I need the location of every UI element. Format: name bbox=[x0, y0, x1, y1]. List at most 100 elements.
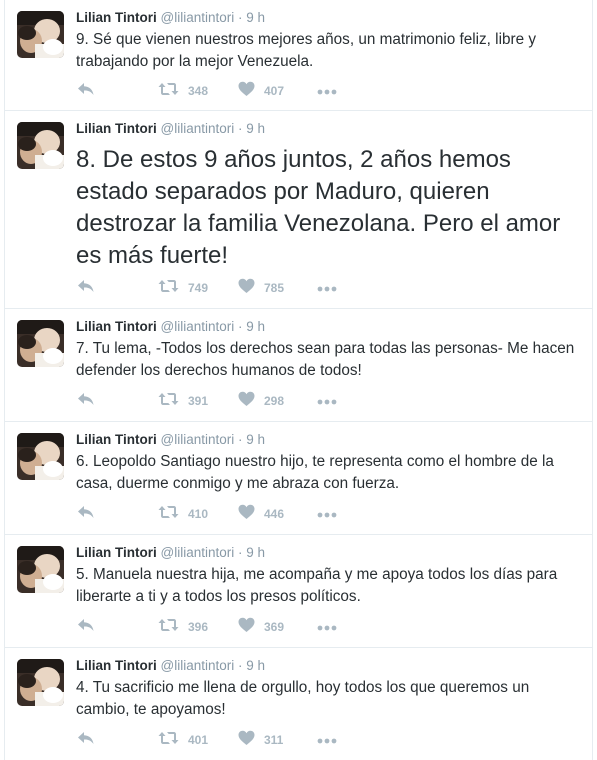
more-button[interactable] bbox=[317, 505, 337, 523]
timeline-right-border bbox=[592, 0, 593, 760]
retweet-button[interactable]: 396 bbox=[158, 618, 208, 636]
tweet-text: 8. De estos 9 años juntos, 2 años hemos … bbox=[76, 146, 561, 269]
tweet[interactable]: Lilian Tintori @liliantintori · 9 h 8. D… bbox=[5, 111, 592, 309]
avatar[interactable] bbox=[17, 320, 64, 367]
retweet-button[interactable]: 348 bbox=[158, 82, 208, 100]
author-handle[interactable]: @liliantintori bbox=[161, 121, 235, 136]
retweet-count: 401 bbox=[188, 733, 209, 747]
avatar[interactable] bbox=[17, 433, 64, 480]
tweet-text: 9. Sé que vienen nuestros mejores años, … bbox=[76, 31, 536, 70]
avatar[interactable] bbox=[17, 122, 64, 169]
more-icon bbox=[317, 82, 337, 100]
avatar[interactable] bbox=[17, 659, 64, 706]
reply-icon bbox=[77, 504, 95, 525]
author-handle[interactable]: @liliantintori bbox=[161, 545, 235, 560]
tweet-actions: 749 785 bbox=[76, 278, 376, 299]
tweet-actions: 396 369 bbox=[76, 617, 376, 636]
tweet-actions: 348 407 bbox=[76, 81, 376, 100]
heart-icon bbox=[238, 278, 255, 299]
like-button[interactable]: 446 bbox=[238, 504, 285, 523]
reply-icon bbox=[77, 278, 95, 299]
reply-button[interactable] bbox=[77, 82, 95, 100]
more-button[interactable] bbox=[317, 82, 337, 100]
tweet-header: Lilian Tintori @liliantintori · 9 h bbox=[76, 318, 265, 335]
tweet-header: Lilian Tintori @liliantintori · 9 h bbox=[76, 431, 265, 448]
tweet-timeline: Lilian Tintori @liliantintori · 9 h 9. S… bbox=[0, 0, 597, 760]
reply-button[interactable] bbox=[77, 279, 95, 297]
more-icon bbox=[317, 505, 337, 523]
tweet-text: 6. Leopoldo Santiago nuestro hijo, te re… bbox=[76, 453, 554, 492]
author-name[interactable]: Lilian Tintori bbox=[76, 658, 157, 673]
retweet-count: 391 bbox=[188, 394, 209, 408]
tweet-header: Lilian Tintori @liliantintori · 9 h bbox=[76, 657, 265, 674]
tweet-header: Lilian Tintori @liliantintori · 9 h bbox=[76, 9, 265, 26]
heart-icon bbox=[238, 730, 255, 751]
reply-button[interactable] bbox=[77, 505, 95, 523]
reply-icon bbox=[77, 617, 95, 638]
like-count: 311 bbox=[264, 733, 284, 747]
retweet-icon bbox=[158, 391, 179, 412]
like-button[interactable]: 369 bbox=[238, 617, 284, 636]
like-button[interactable]: 785 bbox=[238, 278, 284, 299]
retweet-count: 348 bbox=[188, 84, 209, 98]
retweet-icon bbox=[158, 278, 179, 299]
like-button[interactable]: 311 bbox=[238, 730, 284, 751]
tweet[interactable]: Lilian Tintori @liliantintori · 9 h 9. S… bbox=[5, 0, 592, 111]
author-name[interactable]: Lilian Tintori bbox=[76, 432, 157, 447]
reply-button[interactable] bbox=[77, 618, 95, 636]
retweet-button[interactable]: 391 bbox=[158, 392, 208, 410]
reply-button[interactable] bbox=[77, 731, 95, 749]
author-handle[interactable]: @liliantintori bbox=[161, 319, 235, 334]
more-icon bbox=[317, 392, 337, 410]
like-button[interactable]: 298 bbox=[238, 391, 285, 412]
author-name[interactable]: Lilian Tintori bbox=[76, 121, 157, 136]
retweet-button[interactable]: 401 bbox=[158, 731, 208, 749]
author-handle[interactable]: @liliantintori bbox=[161, 432, 235, 447]
retweet-count: 396 bbox=[188, 620, 209, 634]
tweet[interactable]: Lilian Tintori @liliantintori · 9 h 7. T… bbox=[5, 309, 592, 422]
author-handle[interactable]: @liliantintori bbox=[161, 658, 235, 673]
tweet-time[interactable]: 9 h bbox=[246, 545, 265, 560]
header-separator: · bbox=[238, 10, 243, 25]
tweet[interactable]: Lilian Tintori @liliantintori · 9 h 6. L… bbox=[5, 422, 592, 535]
retweet-icon bbox=[158, 504, 179, 525]
tweet[interactable]: Lilian Tintori @liliantintori · 9 h 4. T… bbox=[5, 648, 592, 760]
header-separator: · bbox=[238, 319, 243, 334]
author-name[interactable]: Lilian Tintori bbox=[76, 10, 157, 25]
header-separator: · bbox=[238, 545, 243, 560]
like-count: 407 bbox=[264, 84, 285, 98]
header-separator: · bbox=[238, 432, 243, 447]
tweet[interactable]: Lilian Tintori @liliantintori · 9 h 5. M… bbox=[5, 535, 592, 648]
tweet-time[interactable]: 9 h bbox=[246, 658, 265, 673]
tweet-text: 4. Tu sacrificio me llena de orgullo, ho… bbox=[76, 679, 530, 718]
heart-icon bbox=[238, 391, 255, 412]
tweet-header: Lilian Tintori @liliantintori · 9 h bbox=[76, 544, 265, 561]
tweet-time[interactable]: 9 h bbox=[246, 319, 265, 334]
retweet-button[interactable]: 410 bbox=[158, 505, 208, 523]
author-name[interactable]: Lilian Tintori bbox=[76, 545, 157, 560]
more-button[interactable] bbox=[317, 279, 337, 297]
more-button[interactable] bbox=[317, 731, 337, 749]
retweet-button[interactable]: 749 bbox=[158, 279, 208, 297]
tweet-actions: 410 446 bbox=[76, 504, 376, 523]
tweet-time[interactable]: 9 h bbox=[246, 10, 265, 25]
more-button[interactable] bbox=[317, 392, 337, 410]
more-button[interactable] bbox=[317, 618, 337, 636]
reply-button[interactable] bbox=[77, 392, 95, 410]
like-button[interactable]: 407 bbox=[238, 81, 285, 100]
reply-icon bbox=[77, 391, 95, 412]
header-separator: · bbox=[238, 658, 243, 673]
like-count: 298 bbox=[264, 394, 285, 408]
tweet-actions: 401 311 bbox=[76, 730, 376, 751]
retweet-icon bbox=[158, 617, 179, 638]
author-name[interactable]: Lilian Tintori bbox=[76, 319, 157, 334]
like-count: 446 bbox=[264, 507, 285, 521]
more-icon bbox=[317, 618, 337, 636]
avatar[interactable] bbox=[17, 546, 64, 593]
tweet-time[interactable]: 9 h bbox=[246, 121, 265, 136]
tweet-text: 7. Tu lema, -Todos los derechos sean par… bbox=[76, 340, 575, 379]
author-handle[interactable]: @liliantintori bbox=[161, 10, 235, 25]
tweet-time[interactable]: 9 h bbox=[246, 432, 265, 447]
tweet-actions: 391 298 bbox=[76, 391, 376, 412]
avatar[interactable] bbox=[17, 11, 64, 58]
